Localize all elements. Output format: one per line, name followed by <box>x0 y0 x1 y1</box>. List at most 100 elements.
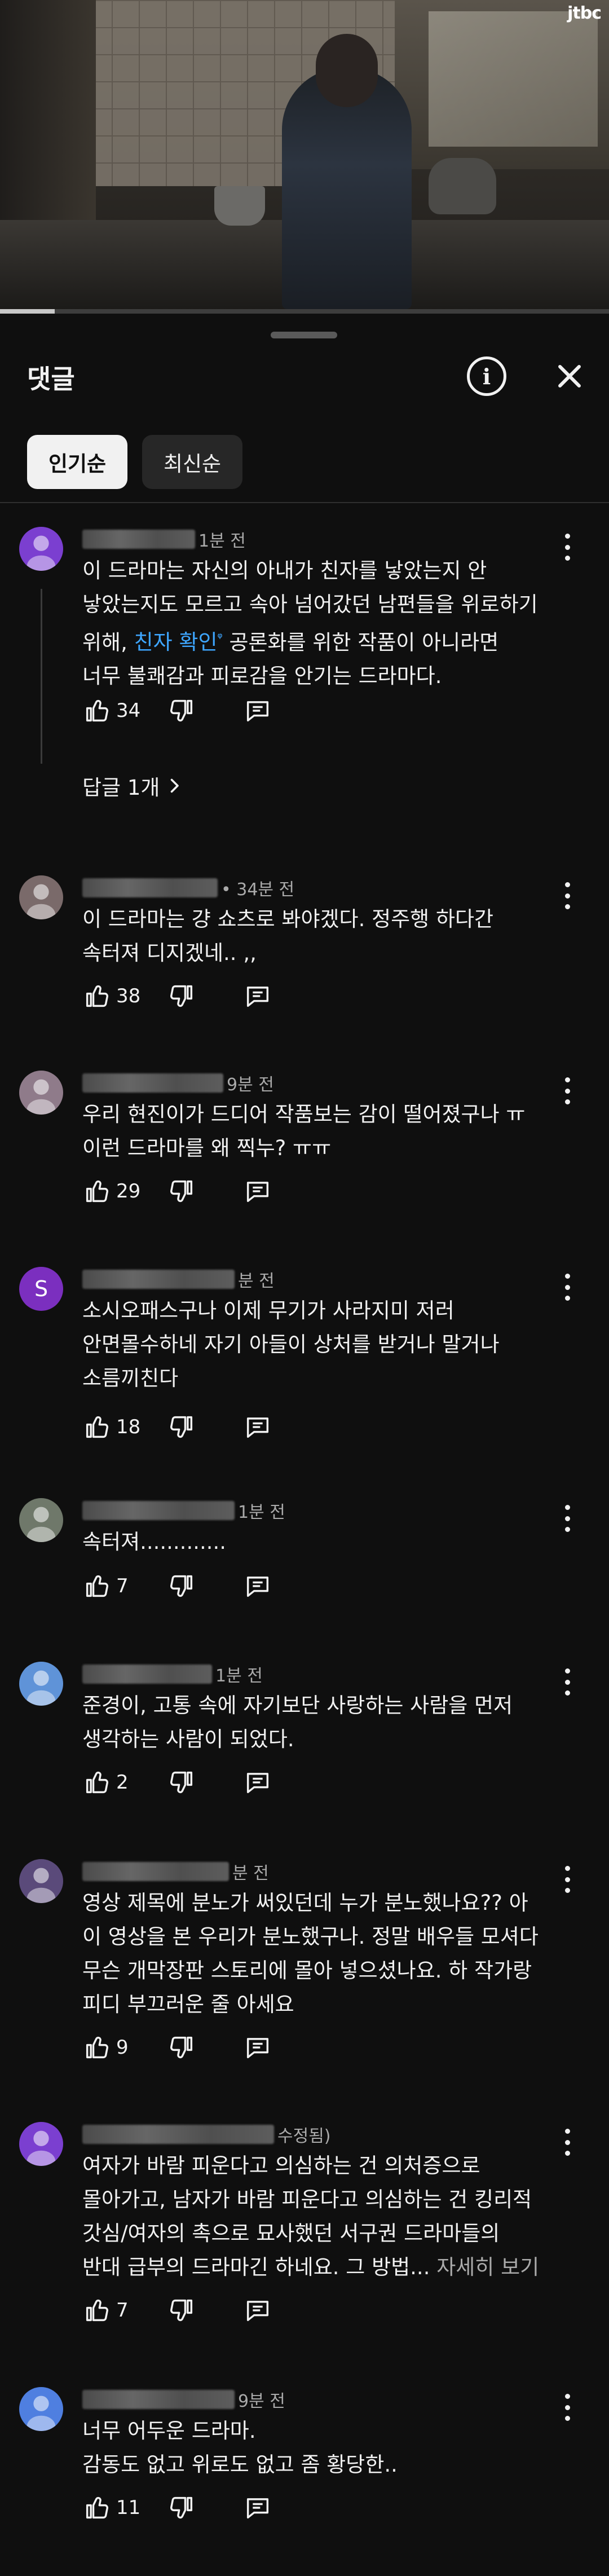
avatar-image <box>27 2396 56 2431</box>
comment-line: 무슨 개막장판 스토리에 몰아 넣으셨나요. 하 작가랑 <box>82 1958 532 1983</box>
comment-item: 9분 전 우리 현진이가 드디어 작품보는 감이 떨어졌구나 ㅠ 이런 드라마를… <box>0 1071 609 1240</box>
author-name-redacted[interactable] <box>82 1270 235 1289</box>
dislike-button[interactable] <box>167 1412 243 1442</box>
reply-button[interactable] <box>243 1412 272 1442</box>
more-options-icon[interactable] <box>556 530 579 564</box>
thumbs-up-icon <box>86 2299 108 2322</box>
like-button[interactable]: 34 <box>82 696 167 725</box>
sort-tab-newest[interactable]: 최신순 <box>142 435 242 489</box>
hashtag-link[interactable]: 친자 확인ᵠ <box>134 630 223 654</box>
drag-handle[interactable] <box>271 332 337 338</box>
view-replies-button[interactable]: 답글 1개 <box>82 770 184 801</box>
video-player[interactable]: jtbc <box>0 0 609 309</box>
comment-line: 영상 제목에 분노가 써있던데 누가 분노했나요?? 아 <box>82 1891 528 1915</box>
author-name-redacted[interactable] <box>82 2390 235 2409</box>
link-text: 친자 확인 <box>134 630 218 655</box>
like-button[interactable]: 2 <box>82 1768 167 1797</box>
comment-text: 영상 제목에 분노가 써있던데 누가 분노했나요?? 아 이 영상을 본 우리가… <box>82 1886 562 2022</box>
like-button[interactable]: 9 <box>82 2033 167 2062</box>
thumbs-down-icon <box>170 1180 193 1203</box>
dislike-button[interactable] <box>167 1768 243 1797</box>
more-options-icon[interactable] <box>556 1862 579 1896</box>
reply-button[interactable] <box>243 981 272 1011</box>
avatar[interactable] <box>19 875 63 919</box>
avatar[interactable] <box>19 527 63 571</box>
author-name-redacted[interactable] <box>82 878 218 897</box>
divider <box>0 502 609 503</box>
comment-line: 몰아가고, 남자가 바람 피운다고 의심하는 건 킹리적 <box>82 2187 532 2212</box>
avatar-image <box>27 1079 56 1115</box>
more-options-icon[interactable] <box>556 1270 579 1304</box>
like-button[interactable]: 7 <box>82 2296 167 2325</box>
close-icon[interactable] <box>550 356 589 396</box>
channel-watermark-logo: jtbc <box>567 3 602 23</box>
more-options-icon[interactable] <box>556 1501 579 1535</box>
more-options-icon[interactable] <box>556 1074 579 1108</box>
video-frame-kettle <box>429 158 496 214</box>
comments-panel: 댓글 i 인기순 최신순 1분 전 이 드라마는 자신의 아내가 친자를 낳았는… <box>0 319 609 2576</box>
author-name-redacted[interactable] <box>82 1862 229 1881</box>
reply-button[interactable] <box>243 696 272 725</box>
more-options-icon[interactable] <box>556 879 579 913</box>
sort-tab-top[interactable]: 인기순 <box>27 435 127 489</box>
thumbs-down-icon <box>170 985 193 1007</box>
comment-time: 수정됨) <box>277 2126 331 2146</box>
like-button[interactable]: 38 <box>82 981 167 1011</box>
author-name-redacted[interactable] <box>82 1073 223 1093</box>
dislike-button[interactable] <box>167 1571 243 1601</box>
avatar-image <box>27 884 56 919</box>
like-button[interactable]: 18 <box>82 1412 167 1442</box>
like-count: 7 <box>116 1575 129 1597</box>
comment-item: 9분 전 너무 어두운 드라마. 감동도 없고 위로도 없고 좀 황당한.. 1… <box>0 2387 609 2556</box>
avatar[interactable] <box>19 1662 63 1706</box>
reply-button[interactable] <box>243 1177 272 1206</box>
more-options-icon[interactable] <box>556 1665 579 1699</box>
reply-button[interactable] <box>243 2296 272 2325</box>
dislike-button[interactable] <box>167 696 243 725</box>
dislike-button[interactable] <box>167 1177 243 1206</box>
reply-button[interactable] <box>243 1571 272 1601</box>
avatar[interactable]: S <box>19 1267 63 1311</box>
avatar[interactable] <box>19 2387 63 2431</box>
comment-meta: 1분 전 <box>82 1663 263 1686</box>
thumbs-down-icon <box>170 1416 193 1438</box>
like-count: 7 <box>116 2299 129 2322</box>
like-button[interactable]: 29 <box>82 1177 167 1206</box>
read-more-link[interactable]: 자세히 보기 <box>436 2255 539 2279</box>
avatar[interactable] <box>19 1498 63 1542</box>
thumbs-up-icon <box>86 985 108 1007</box>
reply-button[interactable] <box>243 2493 272 2522</box>
like-button[interactable]: 11 <box>82 2493 167 2522</box>
more-options-icon[interactable] <box>556 2125 579 2159</box>
video-progress-bar[interactable] <box>0 309 609 314</box>
video-progress-fill <box>0 309 55 314</box>
avatar-image <box>27 2130 56 2166</box>
dislike-button[interactable] <box>167 2493 243 2522</box>
comment-line: 이런 드라마를 왜 찍누? ㅠㅠ <box>82 1136 332 1160</box>
info-icon[interactable]: i <box>467 356 506 396</box>
dislike-button[interactable] <box>167 2296 243 2325</box>
reply-button[interactable] <box>243 1768 272 1797</box>
more-options-icon[interactable] <box>556 2390 579 2424</box>
comment-meta: 분 전 <box>82 1268 275 1291</box>
author-name-redacted[interactable] <box>82 1501 235 1520</box>
thumbs-up-icon <box>86 1575 108 1597</box>
avatar[interactable] <box>19 2122 63 2166</box>
comment-text: 이 드라마는 자신의 아내가 친자를 낳았는지 안 낳았는지도 모르고 속아 넘… <box>82 554 562 693</box>
author-name-redacted[interactable] <box>82 1665 212 1684</box>
author-name-redacted[interactable] <box>82 530 195 549</box>
comment-line: 속터져 디지겠네.. ,, <box>82 941 257 965</box>
reply-button[interactable] <box>243 2033 272 2062</box>
comment-line-part: 공론화를 위한 작품이 아니라면 <box>222 630 499 655</box>
avatar[interactable] <box>19 1071 63 1115</box>
author-name-redacted[interactable] <box>82 2125 274 2144</box>
video-frame-pot <box>214 186 265 226</box>
dislike-button[interactable] <box>167 2033 243 2062</box>
comment-line: 이 드라마는 자신의 아내가 친자를 낳았는지 안 <box>82 558 487 583</box>
reply-icon <box>246 987 269 1007</box>
avatar[interactable] <box>19 1859 63 1903</box>
dislike-button[interactable] <box>167 981 243 1011</box>
comment-item: 1분 전 속터져............. 7 <box>0 1498 609 1633</box>
comment-time: 9분 전 <box>227 1075 274 1095</box>
like-button[interactable]: 7 <box>82 1571 167 1601</box>
